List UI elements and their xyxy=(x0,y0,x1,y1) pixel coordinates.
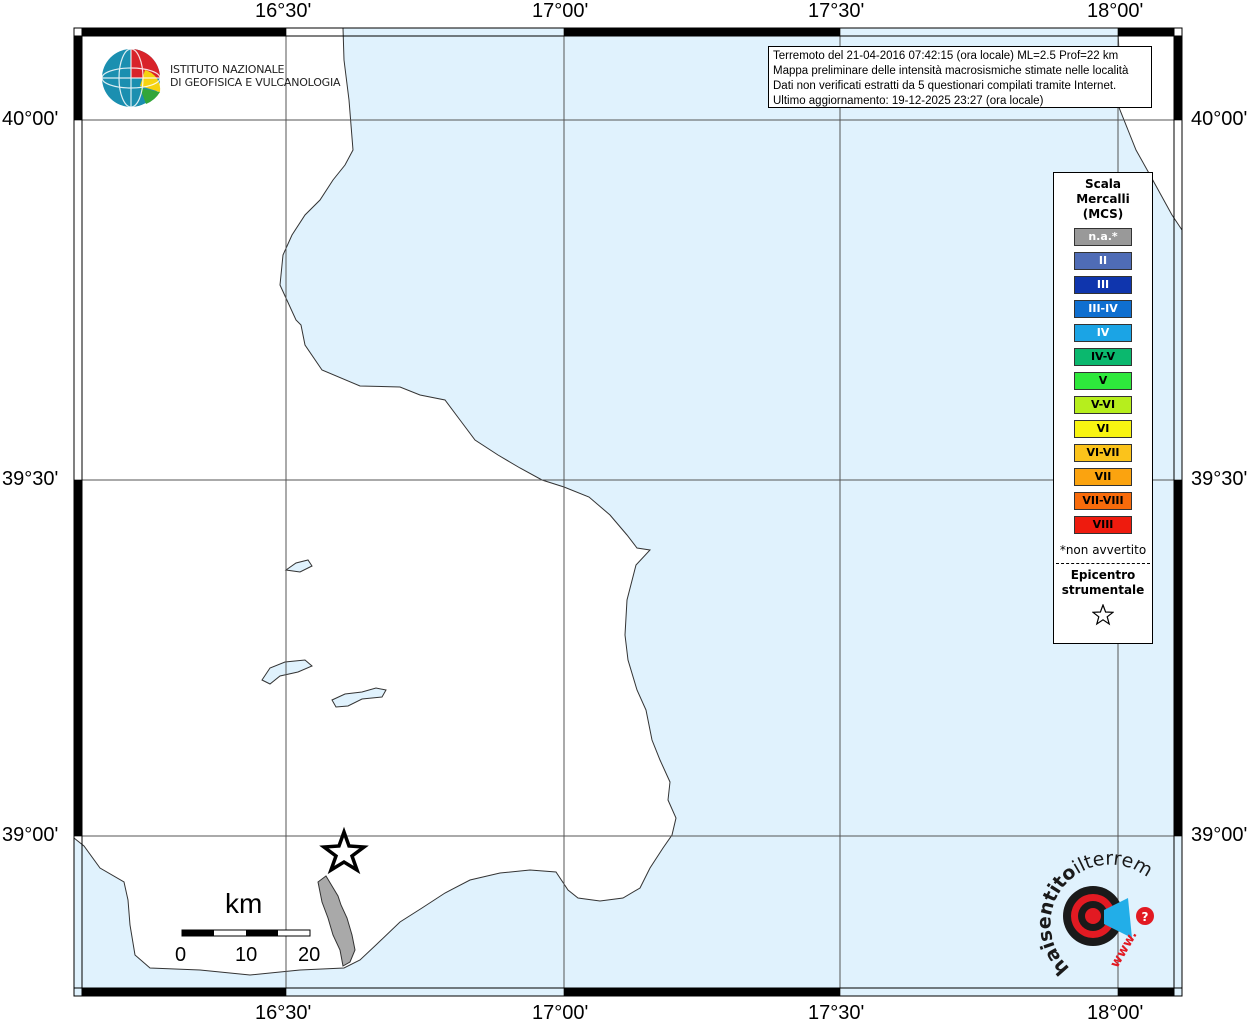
legend-swatch: VI-VII xyxy=(1074,444,1132,462)
scale-label-0: 0 xyxy=(175,944,187,966)
legend-swatch: III-IV xyxy=(1074,300,1132,318)
legend-swatch: V xyxy=(1074,372,1132,390)
lon-label-top-3: 17°30' xyxy=(808,0,865,22)
legend-swatch: n.a.* xyxy=(1074,228,1132,246)
legend-swatch: IV-V xyxy=(1074,348,1132,366)
scale-unit: km xyxy=(225,888,263,919)
lon-label-top-1: 16°30' xyxy=(255,0,312,22)
lat-label-right-1: 40°00' xyxy=(1191,108,1248,130)
ingv-globe-logo xyxy=(101,48,161,108)
lon-label-top-2: 17°00' xyxy=(532,0,589,22)
legend-swatch: IV xyxy=(1074,324,1132,342)
event-info-line4: Ultimo aggiornamento: 19-12-2025 23:27 (… xyxy=(773,95,1044,107)
legend-separator xyxy=(1056,563,1150,564)
scale-label-10: 10 xyxy=(235,944,258,966)
legend-swatch: VIII xyxy=(1074,516,1132,534)
event-info-line1: Terremoto del 21-04-2016 07:42:15 (ora l… xyxy=(773,50,1119,62)
legend-title-line3: (MCS) xyxy=(1082,207,1124,221)
ingv-name-line2: DI GEOFISICA E VULCANOLOGIA xyxy=(170,76,341,89)
lat-label-left-2: 39°30' xyxy=(2,468,59,490)
ingv-name: ISTITUTO NAZIONALE DI GEOFISICA E VULCAN… xyxy=(170,63,341,89)
legend-swatch: V-VI xyxy=(1074,396,1132,414)
scale-label-20: 20 xyxy=(298,944,321,966)
event-info-line2: Mappa preliminare delle intensità macros… xyxy=(773,65,1129,77)
lon-label-bottom-4: 18°00' xyxy=(1087,1002,1144,1024)
scale-bar xyxy=(181,929,311,937)
legend-title: Scala Mercalli (MCS) xyxy=(1054,177,1152,222)
lat-label-left-1: 40°00' xyxy=(2,108,59,130)
lat-label-left-3: 39°00' xyxy=(2,824,59,846)
legend-swatch: III xyxy=(1074,276,1132,294)
legend-swatches: n.a.* II III III-IV IV IV-V V V-VI VI VI-VII VII VI… xyxy=(1054,228,1152,534)
legend-swatch: II xyxy=(1074,252,1132,270)
lat-label-right-2: 39°30' xyxy=(1191,468,1248,490)
lon-label-bottom-3: 17°30' xyxy=(808,1002,865,1024)
legend-epicenter-line2: strumentale xyxy=(1061,583,1145,597)
lon-label-top-4: 18°00' xyxy=(1087,0,1144,22)
lon-label-bottom-1: 16°30' xyxy=(255,1002,312,1024)
legend-note: *non avvertito xyxy=(1059,543,1147,557)
lat-label-right-3: 39°00' xyxy=(1191,824,1248,846)
event-info-line3: Dati non verificati estratti da 5 questi… xyxy=(773,80,1117,92)
legend-swatch: VII xyxy=(1074,468,1132,486)
legend-swatch: VII-VIII xyxy=(1074,492,1132,510)
legend-epicenter-line1: Epicentro xyxy=(1070,568,1136,582)
legend-swatch: VI xyxy=(1074,420,1132,438)
svg-text:?: ? xyxy=(1142,910,1149,924)
legend-epicenter-label: Epicentro strumentale xyxy=(1054,568,1152,598)
legend-title-line1: Scala xyxy=(1084,177,1122,191)
ingv-name-line1: ISTITUTO NAZIONALE xyxy=(170,63,285,76)
event-info-box: Terremoto del 21-04-2016 07:42:15 (ora l… xyxy=(768,46,1152,108)
mcs-legend: Scala Mercalli (MCS) n.a.* II III III-IV IV I… xyxy=(1053,172,1153,644)
lon-label-bottom-2: 17°00' xyxy=(532,1002,589,1024)
legend-title-line2: Mercalli xyxy=(1076,192,1130,206)
legend-star-icon xyxy=(1054,603,1152,630)
